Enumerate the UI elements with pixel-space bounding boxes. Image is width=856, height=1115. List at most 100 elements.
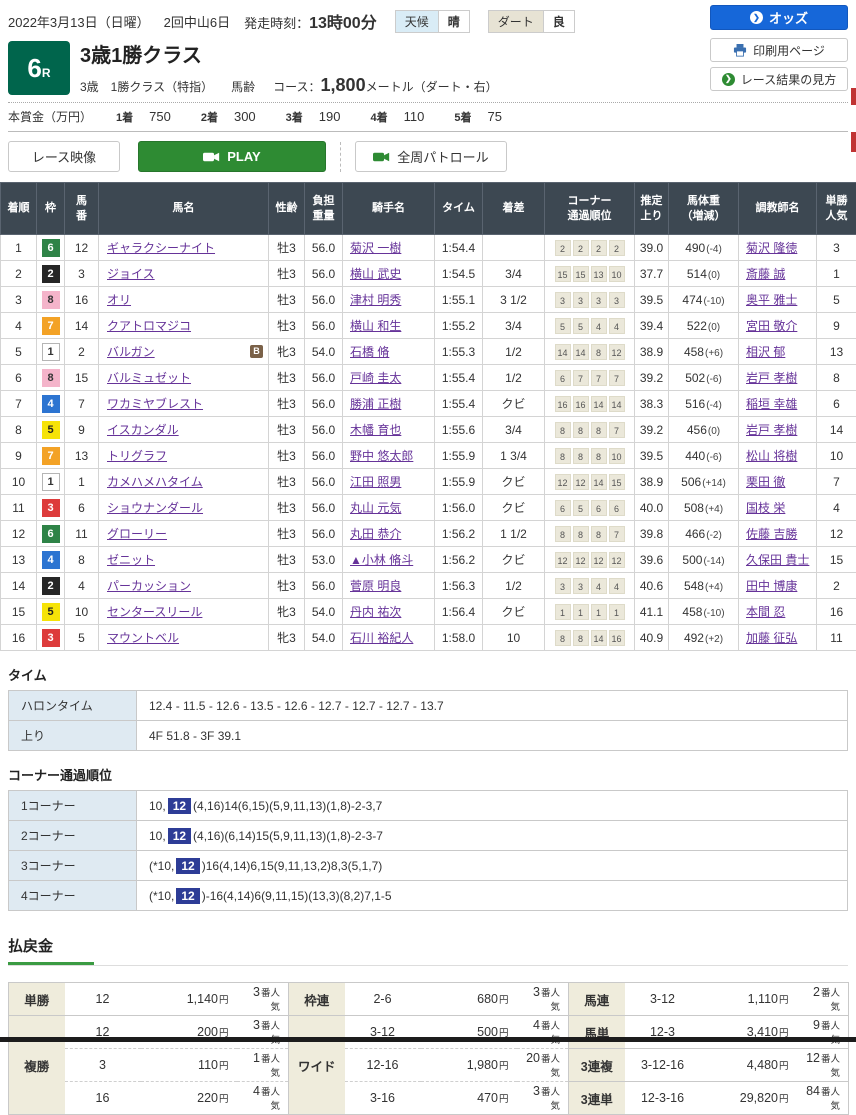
jockey-name-link[interactable]: 丸山 元気 (350, 501, 401, 515)
jockey-name-link[interactable]: 丹内 祐次 (350, 605, 401, 619)
jockey-name-link[interactable]: 野中 悠太郎 (350, 449, 413, 463)
frame-number-badge: 7 (42, 317, 60, 335)
jockey-cell: 戸崎 圭太 (343, 365, 435, 391)
trainer-name-link[interactable]: 奥平 雅士 (746, 293, 797, 307)
horse-number: 7 (65, 391, 99, 417)
trainer-name-link[interactable]: 国枝 栄 (746, 501, 785, 515)
race-title-block: 6R 3歳1勝クラス 3歳 1勝クラス（特指） 馬齢 コース：1,800メートル… (8, 39, 848, 103)
finish-time: 1:55.3 (435, 339, 483, 365)
horse-weight: 466(-2) (669, 521, 739, 547)
frame-cell: 8 (37, 365, 65, 391)
horse-name-link[interactable]: ワカミヤブレスト (107, 397, 203, 411)
corner-order-pre: (*10, (149, 859, 174, 873)
corner-position-square: 14 (591, 474, 607, 490)
horse-name-link[interactable]: ジョイス (107, 267, 155, 281)
bet-combination: 3-12-16 (625, 1049, 701, 1082)
horse-name-link[interactable]: センタースリール (107, 605, 202, 619)
jockey-name-link[interactable]: 石橋 脩 (350, 345, 389, 359)
sex-age: 牡3 (269, 521, 305, 547)
prize-amount: 750 (149, 109, 171, 124)
horse-name-link[interactable]: パーカッション (107, 579, 191, 593)
jockey-cell: 菊沢 一樹 (343, 235, 435, 261)
horse-weight: 500(-14) (669, 547, 739, 573)
finish-position: 14 (1, 573, 37, 599)
corner-position-square: 4 (609, 318, 625, 334)
trainer-name-link[interactable]: 田中 博康 (746, 579, 797, 593)
horse-number: 16 (65, 287, 99, 313)
trainer-name-link[interactable]: 相沢 郁 (746, 345, 785, 359)
jockey-name-link[interactable]: 菅原 明良 (350, 579, 401, 593)
horse-name-link[interactable]: バルガン (107, 345, 155, 359)
trainer-name-link[interactable]: 宮田 敬介 (746, 319, 797, 333)
results-body: 1612ギャラクシーナイト牡356.0菊沢 一樹1:54.4222239.049… (1, 235, 856, 651)
horse-name-link[interactable]: トリグラフ (107, 449, 167, 463)
jockey-name-link[interactable]: 石川 裕紀人 (350, 631, 413, 645)
jockey-name-link[interactable]: 勝浦 正樹 (350, 397, 401, 411)
jockey-name-link[interactable]: 江田 照男 (350, 475, 401, 489)
carried-weight: 56.0 (305, 287, 343, 313)
trainer-name-link[interactable]: 栗田 徹 (746, 475, 785, 489)
horse-name-link[interactable]: クアトロマジコ (107, 319, 191, 333)
finish-position: 3 (1, 287, 37, 313)
trainer-name-link[interactable]: 斎藤 誠 (746, 267, 785, 281)
jockey-name-link[interactable]: 丸田 恭介 (350, 527, 401, 541)
horse-name-link[interactable]: ショウナンダール (107, 501, 203, 515)
play-button[interactable]: PLAY (138, 141, 326, 172)
horse-weight: 492(+2) (669, 625, 739, 651)
frame-cell: 6 (37, 521, 65, 547)
jockey-name-link[interactable]: 菊沢 一樹 (350, 241, 401, 255)
horse-weight: 458(+6) (669, 339, 739, 365)
horse-name-link[interactable]: オリ (107, 293, 131, 307)
prize-money-label: 本賞金（万円） (8, 108, 92, 125)
estimated-last-3f: 37.7 (635, 261, 669, 287)
corner-order: 10,12(4,16)14(6,15)(5,9,11,13)(1,8)-2-3,… (137, 791, 848, 821)
jockey-cell: ▲小林 脩斗 (343, 547, 435, 573)
column-header: 性齢 (269, 183, 305, 235)
horse-name-link[interactable]: カメハメハタイム (107, 475, 203, 489)
finish-position: 5 (1, 339, 37, 365)
horse-name-link[interactable]: グローリー (107, 527, 167, 541)
finish-position: 1 (1, 235, 37, 261)
jockey-cell: 丸田 恭介 (343, 521, 435, 547)
trainer-name-link[interactable]: 稲垣 幸雄 (746, 397, 797, 411)
corner-position-square: 5 (573, 500, 589, 516)
horse-weight-diff: (-6) (706, 374, 722, 385)
horse-weight: 502(-6) (669, 365, 739, 391)
trainer-cell: 松山 将樹 (739, 443, 817, 469)
column-header: 馬 番 (65, 183, 99, 235)
horse-name-link[interactable]: ギャラクシーナイト (107, 241, 215, 255)
corner-position-square: 10 (609, 266, 625, 282)
horse-name-link[interactable]: イスカンダル (107, 423, 179, 437)
jockey-name-link[interactable]: 横山 武史 (350, 267, 401, 281)
payout-row: 3110円1番人気12-161,980円20番人気3連複3-12-164,480… (9, 1049, 849, 1082)
frame-number-badge: 4 (42, 551, 60, 569)
winner-number-highlight: 12 (168, 828, 191, 844)
trainer-name-link[interactable]: 岩戸 孝樹 (746, 423, 797, 437)
jockey-name-link[interactable]: ▲小林 脩斗 (350, 553, 413, 567)
patrol-video-button[interactable]: 全周パトロール (355, 141, 507, 172)
trainer-name-link[interactable]: 佐藤 吉勝 (746, 527, 797, 541)
frame-cell: 2 (37, 261, 65, 287)
jockey-name-link[interactable]: 横山 和生 (350, 319, 401, 333)
trainer-name-link[interactable]: 本間 忍 (746, 605, 785, 619)
video-camera-icon (203, 151, 220, 163)
odds-button[interactable]: ❯ オッズ (710, 5, 848, 30)
horse-name-link[interactable]: マウントベル (107, 631, 179, 645)
trainer-name-link[interactable]: 松山 将樹 (746, 449, 797, 463)
jockey-name-link[interactable]: 木幡 育也 (350, 423, 401, 437)
estimated-last-3f: 39.0 (635, 235, 669, 261)
corner-position-square: 14 (555, 344, 571, 360)
trainer-name-link[interactable]: 久保田 貴士 (746, 553, 809, 567)
corner-section-title: コーナー通過順位 (8, 765, 848, 784)
trainer-name-link[interactable]: 加藤 征弘 (746, 631, 797, 645)
start-time-value: 13時00分 (309, 15, 377, 32)
horse-name-link[interactable]: ゼニット (107, 553, 155, 567)
trainer-name-link[interactable]: 菊沢 隆徳 (746, 241, 797, 255)
trainer-name-link[interactable]: 岩戸 孝樹 (746, 371, 797, 385)
jockey-name-link[interactable]: 戸崎 圭太 (350, 371, 401, 385)
race-video-button[interactable]: レース映像 (8, 141, 120, 172)
jockey-name-link[interactable]: 津村 明秀 (350, 293, 401, 307)
payout-amount: 29,820円 (701, 1082, 797, 1115)
horse-name-link[interactable]: バルミュゼット (107, 371, 191, 385)
corner-position-square: 12 (591, 552, 607, 568)
